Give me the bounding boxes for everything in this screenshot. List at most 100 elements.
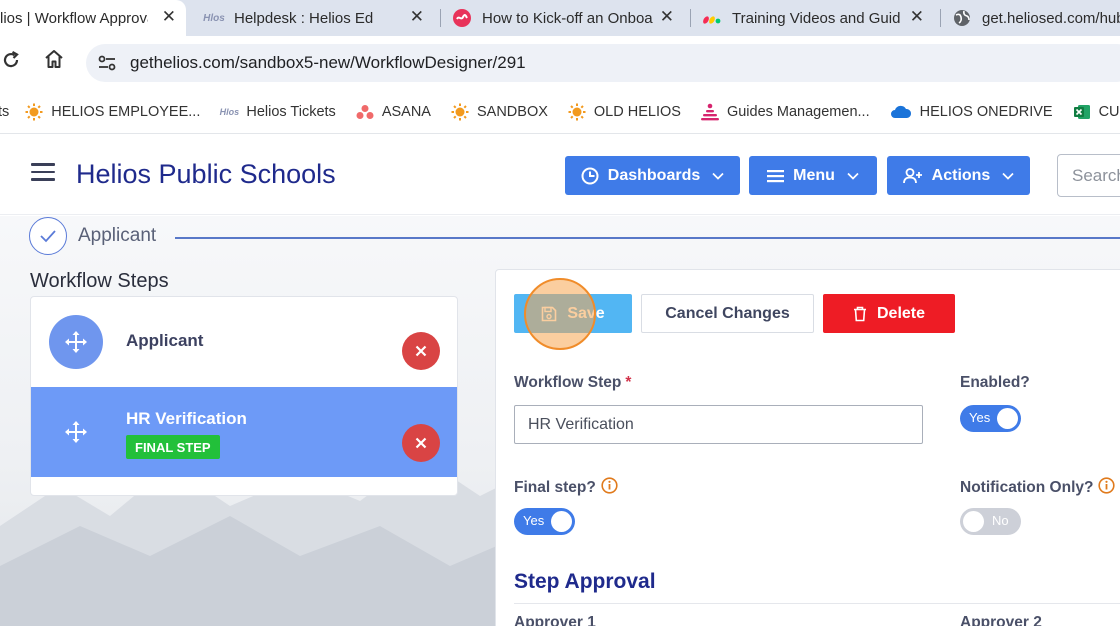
toggle-state-text: No: [992, 513, 1009, 528]
drag-move-icon[interactable]: [49, 405, 103, 459]
sun-icon: [451, 103, 469, 121]
close-icon[interactable]: ✕: [410, 7, 424, 27]
tab-title: Training Videos and Guid: [732, 9, 901, 27]
bookmark-label: Helios Tickets: [246, 103, 336, 120]
bookmark-partial[interactable]: ts: [0, 104, 9, 120]
actions-button[interactable]: Actions: [887, 156, 1030, 195]
toggle-state-text: Yes: [969, 410, 991, 425]
dashboards-button[interactable]: Dashboards: [565, 156, 740, 195]
toggle-knob: [551, 511, 572, 532]
step-detail-panel: Save Cancel Changes Delete Workflow Step…: [495, 269, 1120, 626]
workflow-designer-page: Applicant Workflow Steps Applicant HR Ve…: [0, 216, 1120, 626]
helios-favicon-icon: Hlos: [203, 12, 225, 24]
chevron-down-icon: [712, 172, 724, 180]
bookmark-helios-tickets[interactable]: Hlos Helios Tickets: [219, 103, 336, 121]
bookmark-label: CUSTOMER: [1098, 103, 1120, 120]
address-bar[interactable]: gethelios.com/sandbox5-new/WorkflowDesig…: [86, 44, 1120, 82]
cancel-changes-label: Cancel Changes: [665, 304, 790, 322]
progress-line: [175, 237, 1120, 239]
final-step-label: Final step?: [514, 477, 618, 497]
final-step-badge: FINAL STEP: [126, 435, 220, 459]
section-divider: [514, 603, 1120, 604]
bookmark-label: HELIOS EMPLOYEE...: [51, 103, 201, 120]
reload-icon[interactable]: [0, 49, 22, 77]
tab-training-videos[interactable]: Training Videos and Guid ✕: [694, 0, 934, 36]
notification-only-toggle[interactable]: No: [960, 508, 1021, 535]
bookmark-sandbox[interactable]: SANDBOX: [451, 103, 548, 121]
site-settings-icon[interactable]: [96, 52, 118, 74]
tab-separator: [440, 9, 441, 27]
toggle-knob: [997, 408, 1018, 429]
tab-separator: [690, 9, 691, 27]
workflow-step-item[interactable]: Applicant: [31, 297, 457, 387]
sun-icon: [25, 103, 43, 121]
search-input[interactable]: Search: [1057, 154, 1120, 197]
excel-icon: [1073, 103, 1091, 121]
bookmark-old-helios[interactable]: OLD HELIOS: [568, 103, 681, 121]
home-icon[interactable]: [43, 48, 65, 76]
enabled-toggle[interactable]: Yes: [960, 405, 1021, 432]
drag-move-icon[interactable]: [49, 315, 103, 369]
monday-favicon-icon: [702, 8, 722, 28]
menu-button[interactable]: Menu: [749, 156, 877, 195]
info-icon[interactable]: [1098, 477, 1116, 494]
tab-workflow-approval[interactable]: lios | Workflow Approva ✕: [0, 0, 186, 36]
clock-chart-icon: [581, 167, 599, 185]
workflow-step-label-text: Workflow Step: [514, 374, 622, 391]
tab-kickoff-guide[interactable]: How to Kick-off an Onboa ✕: [444, 0, 684, 36]
bookmark-asana[interactable]: ASANA: [356, 103, 431, 121]
workflow-step-input[interactable]: [514, 405, 923, 444]
close-icon[interactable]: ✕: [162, 7, 176, 27]
bookmark-label: SANDBOX: [476, 103, 548, 120]
menu-label: Menu: [793, 166, 835, 184]
search-placeholder: Search: [1072, 165, 1120, 185]
workflow-step-label: Workflow Step *: [514, 374, 631, 392]
user-plus-icon: [902, 167, 923, 184]
close-icon[interactable]: ✕: [910, 7, 924, 27]
enabled-label: Enabled?: [960, 374, 1030, 391]
tab-title: Helpdesk : Helios Ed: [234, 9, 374, 27]
tab-title: lios | Workflow Approva: [0, 9, 148, 27]
globe-icon: [952, 8, 972, 28]
bookmark-helios-employee[interactable]: HELIOS EMPLOYEE...: [25, 103, 200, 121]
bookmark-helios-onedrive[interactable]: HELIOS ONEDRIVE: [890, 103, 1053, 121]
tab-title: get.heliosed.com/hub: [982, 9, 1120, 27]
bookmarks-bar: ts HELIOS EMPLOYEE... Hlos Helios Ticket…: [0, 90, 1120, 134]
required-marker: *: [625, 374, 632, 391]
toggle-knob: [963, 511, 984, 532]
remove-step-button[interactable]: [402, 424, 440, 462]
list-icon: [767, 169, 785, 183]
browser-tab-bar: lios | Workflow Approva ✕ Hlos Helpdesk …: [0, 0, 1120, 36]
workflow-steps-list: Applicant HR Verification FINAL STEP: [30, 296, 458, 496]
close-icon[interactable]: ✕: [660, 7, 674, 27]
delete-label: Delete: [876, 304, 926, 322]
asana-icon: [356, 103, 374, 121]
guide-favicon-icon: [452, 8, 472, 28]
delete-button[interactable]: Delete: [823, 294, 955, 333]
approver-1-label: Approver 1: [514, 614, 596, 626]
info-icon[interactable]: [601, 477, 618, 494]
final-step-label-text: Final step?: [514, 479, 596, 496]
remove-step-button[interactable]: [402, 332, 440, 370]
bookmark-customer[interactable]: CUSTOMER: [1073, 103, 1120, 121]
tab-separator: [940, 9, 941, 27]
bookmark-guides-management[interactable]: Guides Managemen...: [700, 103, 870, 121]
tab-heliosed-hub[interactable]: get.heliosed.com/hub: [944, 0, 1120, 36]
helios-favicon-icon: Hlos: [219, 106, 240, 117]
click-highlight-indicator: [524, 278, 596, 350]
final-step-toggle[interactable]: Yes: [514, 508, 575, 535]
workflow-step-name: Applicant: [126, 331, 204, 350]
workflow-step-name: HR Verification: [126, 409, 247, 428]
bookmark-label: HELIOS ONEDRIVE: [919, 103, 1053, 120]
notification-only-label-text: Notification Only?: [960, 479, 1094, 496]
notification-only-label: Notification Only?: [960, 477, 1116, 497]
toggle-state-text: Yes: [523, 513, 545, 528]
workflow-steps-title: Workflow Steps: [30, 270, 169, 292]
tab-helpdesk[interactable]: Hlos Helpdesk : Helios Ed ✕: [196, 0, 434, 36]
hamburger-menu-icon[interactable]: [31, 163, 55, 181]
workflow-step-item-selected[interactable]: HR Verification FINAL STEP: [31, 387, 457, 477]
step-approval-title: Step Approval: [514, 570, 656, 593]
app-header: Helios Public Schools Dashboards Menu Ac…: [0, 135, 1120, 215]
cancel-changes-button[interactable]: Cancel Changes: [641, 294, 814, 333]
bookmark-label: ASANA: [381, 103, 431, 120]
